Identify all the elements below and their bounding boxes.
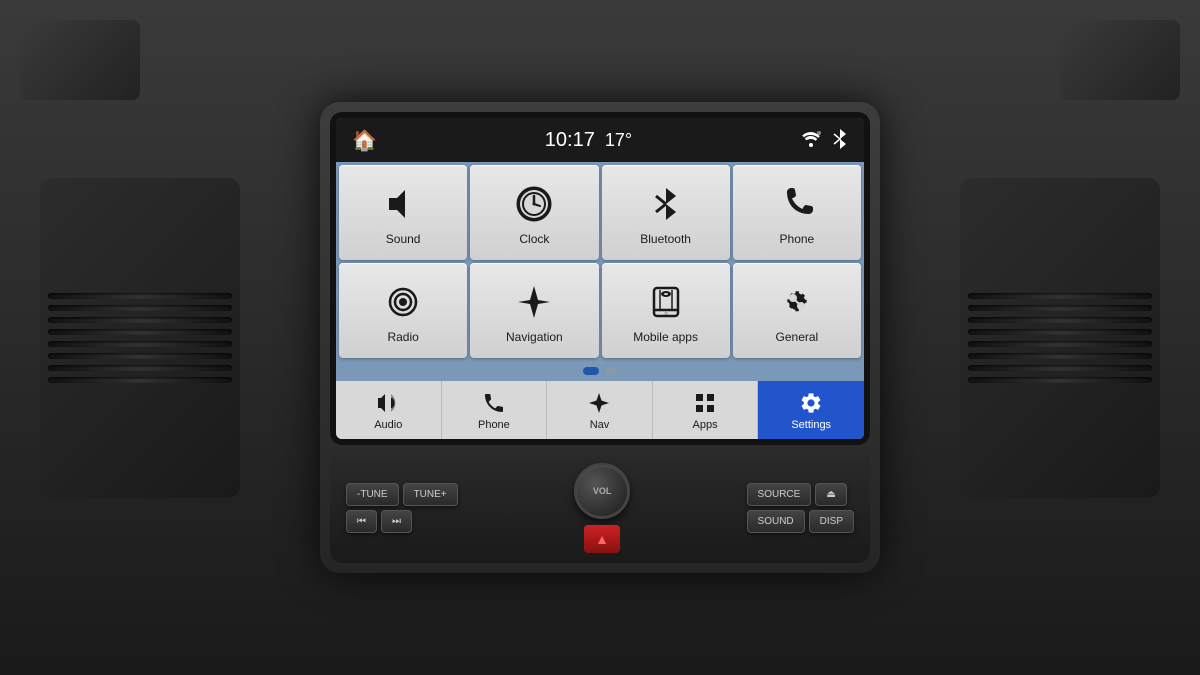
vent-slot <box>48 329 232 335</box>
vent-slot <box>48 353 232 359</box>
clock-icon <box>514 184 554 224</box>
phone-nav-label: Phone <box>478 419 510 431</box>
nav-item-settings[interactable]: Settings <box>758 381 864 439</box>
radio-icon <box>383 282 423 322</box>
home-icon[interactable]: 🏠 <box>352 128 377 153</box>
physical-controls: -TUNE TUNE+ ⏮ ⏭ VOL ▲ SOURCE ⏏ <box>330 453 870 563</box>
nav-item-apps[interactable]: Apps <box>653 381 759 439</box>
vent-slot <box>968 329 1152 335</box>
apps-nav-label: Apps <box>693 419 718 431</box>
app-tile-phone[interactable]: Phone <box>733 165 861 260</box>
sound-controls-row: SOUND DISP <box>747 510 854 533</box>
corner-vent-top-right <box>1060 20 1180 100</box>
audio-nav-icon <box>376 391 400 415</box>
bottom-nav-bar: Audio Phone Nav <box>336 381 864 439</box>
general-label: General <box>776 330 819 344</box>
screen-bezel: 🏠 10:17 17° <box>330 112 870 445</box>
seek-controls-row: ⏮ ⏭ <box>346 510 458 533</box>
vent-slot <box>48 365 232 371</box>
apps-grid-icon <box>693 391 717 415</box>
wifi-icon <box>800 129 822 152</box>
pagination-dot-2[interactable] <box>605 367 617 375</box>
source-button[interactable]: SOURCE <box>747 483 812 506</box>
left-vent <box>40 178 240 498</box>
vent-slot <box>48 305 232 311</box>
next-button[interactable]: ⏭ <box>381 510 412 533</box>
vent-slot <box>968 377 1152 383</box>
tune-minus-button[interactable]: -TUNE <box>346 483 399 506</box>
pagination-dot-1[interactable] <box>583 367 599 375</box>
nav-nav-label: Nav <box>590 419 610 431</box>
phone-nav-icon <box>482 391 506 415</box>
mobile-apps-label: Mobile apps <box>633 330 698 344</box>
phone-label: Phone <box>780 232 815 246</box>
app-tile-mobile-apps[interactable]: ○ Mobile apps <box>602 263 730 358</box>
eject-button[interactable]: ⏏ <box>815 483 846 506</box>
pagination-dots <box>336 361 864 381</box>
settings-gear-icon <box>799 391 823 415</box>
tune-plus-button[interactable]: TUNE+ <box>403 483 458 506</box>
vent-slot <box>968 341 1152 347</box>
radio-label: Radio <box>387 330 418 344</box>
header-bar: 🏠 10:17 17° <box>336 118 864 162</box>
app-tile-sound[interactable]: Sound <box>339 165 467 260</box>
svg-text:○: ○ <box>664 311 668 317</box>
vent-slot <box>48 293 232 299</box>
vent-slot <box>968 305 1152 311</box>
app-tile-radio[interactable]: Radio <box>339 263 467 358</box>
tune-controls-row: -TUNE TUNE+ <box>346 483 458 506</box>
sound-button[interactable]: SOUND <box>747 510 805 533</box>
controls-right: SOURCE ⏏ SOUND DISP <box>747 483 854 533</box>
app-tile-bluetooth[interactable]: Bluetooth <box>602 165 730 260</box>
app-tile-navigation[interactable]: Navigation <box>470 263 598 358</box>
nav-item-phone[interactable]: Phone <box>442 381 548 439</box>
app-tile-general[interactable]: General <box>733 263 861 358</box>
nav-item-nav[interactable]: Nav <box>547 381 653 439</box>
mobile-apps-icon: ○ <box>646 282 686 322</box>
sound-label: Sound <box>386 232 421 246</box>
vent-slot <box>48 317 232 323</box>
header-center: 10:17 17° <box>545 129 632 152</box>
vent-slot <box>968 293 1152 299</box>
clock-label: Clock <box>519 232 549 246</box>
nav-star-icon <box>587 391 611 415</box>
vent-slot <box>968 317 1152 323</box>
vent-slot <box>968 353 1152 359</box>
general-settings-icon <box>777 282 817 322</box>
bluetooth-icon <box>832 127 848 154</box>
disp-button[interactable]: DISP <box>809 510 854 533</box>
vent-slot <box>48 377 232 383</box>
phone-tile-icon <box>777 184 817 224</box>
right-vent <box>960 178 1160 498</box>
app-grid: Sound Clock <box>336 162 864 361</box>
center-console: 🏠 10:17 17° <box>320 102 880 573</box>
corner-vent-top-left <box>20 20 140 100</box>
sound-icon <box>383 184 423 224</box>
vent-slot <box>48 341 232 347</box>
navigation-label: Navigation <box>506 330 563 344</box>
navigation-icon <box>514 282 554 322</box>
clock-display: 10:17 <box>545 129 595 152</box>
vent-slot <box>968 365 1152 371</box>
settings-nav-label: Settings <box>791 419 831 431</box>
controls-left: -TUNE TUNE+ ⏮ ⏭ <box>346 483 458 533</box>
header-status-icons <box>800 127 848 154</box>
audio-nav-label: Audio <box>374 419 402 431</box>
source-controls-row: SOURCE ⏏ <box>747 483 854 506</box>
car-interior: 🏠 10:17 17° <box>0 0 1200 675</box>
nav-item-audio[interactable]: Audio <box>336 381 442 439</box>
hazard-button[interactable]: ▲ <box>584 525 620 553</box>
app-tile-clock[interactable]: Clock <box>470 165 598 260</box>
temperature-display: 17° <box>605 130 632 151</box>
infotainment-screen: 🏠 10:17 17° <box>336 118 864 439</box>
bluetooth-tile-icon <box>646 184 686 224</box>
prev-button[interactable]: ⏮ <box>346 510 377 533</box>
vol-knob[interactable]: VOL <box>574 463 630 519</box>
bluetooth-label: Bluetooth <box>640 232 691 246</box>
